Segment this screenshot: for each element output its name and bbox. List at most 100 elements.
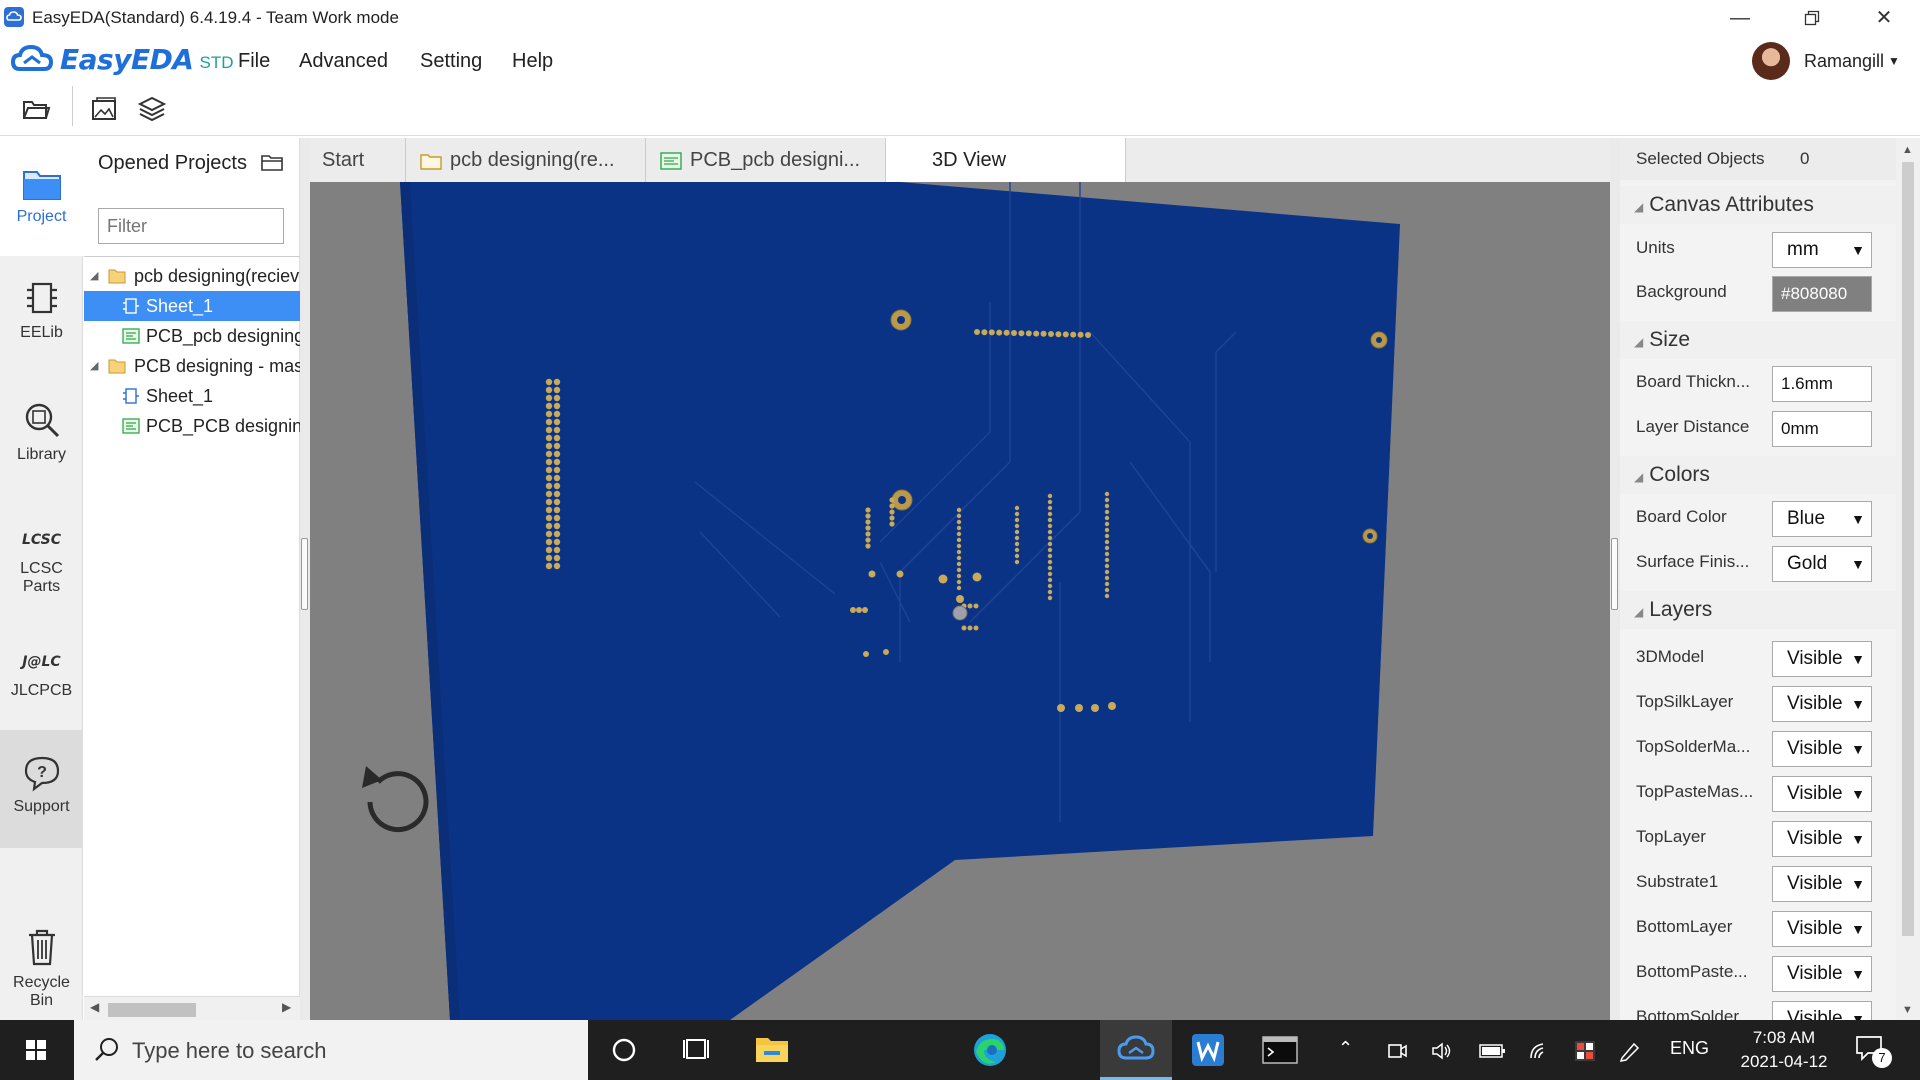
layer-visibility-select[interactable]: Visible ▼ <box>1772 686 1872 722</box>
rotate-view-icon[interactable] <box>362 766 429 833</box>
file-explorer-button[interactable] <box>736 1020 808 1080</box>
system-clock[interactable]: 7:08 AM 2021-04-12 <box>1724 1026 1844 1074</box>
3d-viewport[interactable] <box>310 182 1610 1020</box>
layer-distance-input[interactable]: 0mm <box>1772 411 1872 447</box>
battery-icon[interactable] <box>1478 1042 1506 1060</box>
menu-file[interactable]: File <box>238 50 270 73</box>
background-color-field[interactable]: #808080 <box>1772 276 1872 312</box>
layer-visibility-select[interactable]: Visible ▼ <box>1772 776 1872 812</box>
volume-icon[interactable] <box>1430 1040 1454 1062</box>
restore-button[interactable] <box>1788 4 1836 32</box>
word-taskbar-button[interactable] <box>1172 1020 1244 1080</box>
tab-project[interactable]: pcb designing(re... <box>406 138 646 182</box>
surface-finish-label: Surface Finis... <box>1636 552 1750 571</box>
nav-support[interactable]: ? Support <box>0 730 83 848</box>
folder-open-icon[interactable] <box>18 92 54 128</box>
pad <box>1047 541 1053 547</box>
section-layers[interactable]: ◢ Layers <box>1620 591 1896 629</box>
export-image-icon[interactable] <box>86 92 122 128</box>
user-menu[interactable]: Ramangill ▼ <box>1752 42 1900 80</box>
surface-finish-select[interactable]: Gold ▼ <box>1772 546 1872 582</box>
nav-library[interactable]: Library <box>0 390 83 500</box>
menu-setting[interactable]: Setting <box>420 50 482 73</box>
tree-row-project-2[interactable]: ◢ PCB designing - master <box>84 351 300 381</box>
layer-visibility-select[interactable]: Visible ▼ <box>1772 821 1872 857</box>
expand-triangle-icon[interactable]: ◢ <box>90 351 98 381</box>
menu-bar: EasyEDA STD File Advanced Setting Help <box>0 36 1920 80</box>
filter-input[interactable] <box>98 208 284 244</box>
scrollbar-thumb[interactable] <box>108 1003 196 1017</box>
nav-recycle-bin[interactable]: Recycle Bin <box>0 918 83 1018</box>
scroll-right-icon[interactable]: ▶ <box>282 1000 291 1014</box>
units-select[interactable]: mm ▼ <box>1772 232 1872 268</box>
tab-3d-view[interactable]: 3D View <box>886 138 1126 182</box>
wifi-icon[interactable] <box>1528 1040 1554 1062</box>
start-button[interactable] <box>0 1020 72 1080</box>
taskbar-search-box[interactable]: Type here to search <box>74 1020 588 1080</box>
pad <box>1047 529 1053 535</box>
folder-icon <box>420 154 442 170</box>
pad <box>1014 523 1020 529</box>
right-splitter[interactable] <box>1610 138 1620 1020</box>
tree-row-sheet-1[interactable]: Sheet_1 <box>84 291 300 321</box>
security-alert-icon[interactable] <box>1572 1038 1598 1064</box>
properties-scrollbar[interactable]: ▲ ▼ <box>1896 138 1920 1020</box>
folder-icon[interactable] <box>260 153 283 171</box>
tree-row-pcb-2[interactable]: PCB_PCB designing <box>84 411 300 441</box>
nav-project[interactable]: Project <box>0 138 83 256</box>
units-label: Units <box>1636 238 1675 257</box>
section-colors[interactable]: ◢ Colors <box>1620 456 1896 494</box>
layer-visibility-select[interactable]: Visible ▼ <box>1772 911 1872 947</box>
layer-visibility-select[interactable]: Visible ▼ <box>1772 866 1872 902</box>
nav-jlcpcb[interactable]: J@LC JLCPCB <box>0 634 83 744</box>
meet-now-icon[interactable] <box>1386 1040 1408 1062</box>
scroll-left-icon[interactable]: ◀ <box>90 1000 99 1014</box>
pad <box>553 554 561 562</box>
nav-eelib[interactable]: EELib <box>0 268 83 378</box>
tree-row-project-1[interactable]: ◢ pcb designing(recieved <box>84 261 300 291</box>
task-view-button[interactable] <box>660 1020 732 1080</box>
pen-icon[interactable] <box>1618 1040 1642 1062</box>
tab-start[interactable]: Start <box>310 138 406 182</box>
tree-row-sheet-2[interactable]: Sheet_1 <box>84 381 300 411</box>
pad <box>956 525 962 531</box>
layer-visibility-select[interactable]: Visible ▼ <box>1772 641 1872 677</box>
pad <box>553 562 561 570</box>
menu-help[interactable]: Help <box>512 50 553 73</box>
nav-lcsc-parts[interactable]: LCSC LCSC Parts <box>0 512 83 632</box>
tab-pcb[interactable]: PCB_pcb designi... <box>646 138 886 182</box>
layer-visibility-select[interactable]: Visible ▼ <box>1772 956 1872 992</box>
folder-icon <box>108 269 126 284</box>
cortana-button[interactable] <box>588 1020 660 1080</box>
show-hidden-icons-icon[interactable]: ⌃ <box>1338 1038 1353 1059</box>
scroll-down-icon[interactable]: ▼ <box>1902 1004 1913 1016</box>
notification-center[interactable]: 7 <box>1854 1034 1894 1068</box>
section-canvas-attributes[interactable]: ◢ Canvas Attributes <box>1620 186 1896 224</box>
tree-row-pcb-1[interactable]: PCB_pcb designing <box>84 321 300 351</box>
edge-button[interactable] <box>954 1020 1026 1080</box>
terminal-taskbar-button[interactable] <box>1244 1020 1316 1080</box>
scroll-up-icon[interactable]: ▲ <box>1902 144 1913 156</box>
pad <box>956 513 962 519</box>
expand-triangle-icon[interactable]: ◢ <box>90 261 98 291</box>
title-bar: EasyEDA(Standard) 6.4.19.4 - Team Work m… <box>0 0 1920 36</box>
board-thickness-input[interactable]: 1.6mm <box>1772 366 1872 402</box>
pad <box>553 426 561 434</box>
easyeda-taskbar-button[interactable] <box>1100 1020 1172 1080</box>
scrollbar-thumb[interactable] <box>1902 162 1914 936</box>
minimize-button[interactable]: — <box>1716 4 1764 32</box>
layer-visibility-select[interactable]: Visible ▼ <box>1772 731 1872 767</box>
collapse-handle[interactable] <box>301 538 308 610</box>
close-button[interactable]: ✕ <box>1860 4 1908 32</box>
section-size[interactable]: ◢ Size <box>1620 321 1896 359</box>
board-color-value: Blue <box>1787 508 1826 529</box>
selected-objects-count: 0 <box>1800 149 1810 168</box>
menu-advanced[interactable]: Advanced <box>299 50 388 73</box>
horizontal-scrollbar[interactable]: ◀ ▶ <box>84 996 300 1020</box>
collapse-handle[interactable] <box>1611 538 1618 610</box>
language-indicator[interactable]: ENG <box>1670 1038 1709 1059</box>
board-color-select[interactable]: Blue ▼ <box>1772 501 1872 537</box>
layers-icon[interactable] <box>134 92 170 128</box>
pad <box>889 515 895 521</box>
left-splitter[interactable] <box>300 138 310 1020</box>
